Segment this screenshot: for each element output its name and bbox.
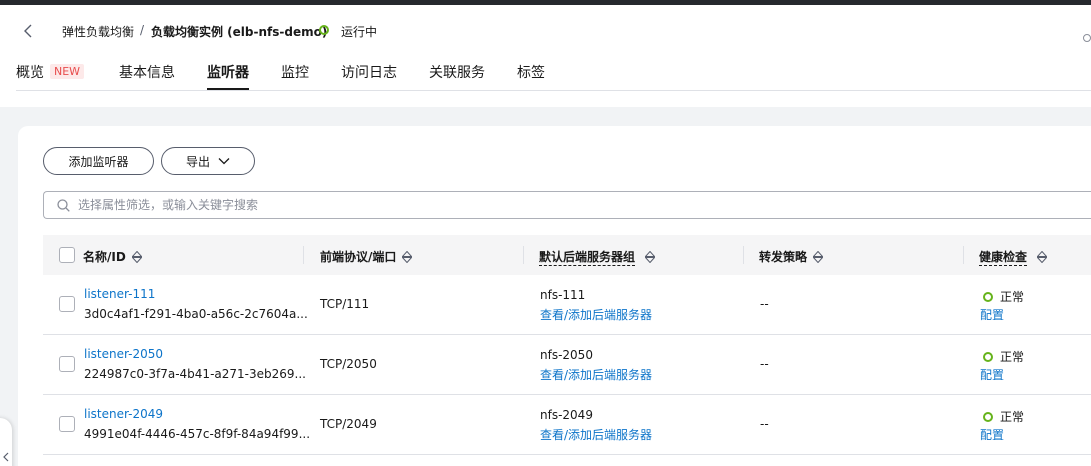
search-icon <box>57 199 70 212</box>
tab-overview[interactable]: 概览 NEW <box>16 62 85 90</box>
tab-associated-services[interactable]: 关联服务 <box>429 62 485 90</box>
breadcrumb-separator: / <box>140 23 145 37</box>
listener-protocol: TCP/2050 <box>320 357 377 371</box>
listener-id: 224987c0-3f7a-4b41-a271-3eb269... <box>84 367 306 381</box>
breadcrumb-service[interactable]: 弹性负载均衡 <box>62 23 134 40</box>
listener-id: 3d0c4af1-f291-4ba0-a56c-2c7604a... <box>84 307 308 321</box>
sort-icon <box>1037 251 1048 263</box>
table-row: listener-111 3d0c4af1-f291-4ba0-a56c-2c7… <box>43 275 1091 335</box>
chevron-down-icon <box>218 158 230 165</box>
add-listener-button[interactable]: 添加监听器 <box>43 147 154 175</box>
health-config-link[interactable]: 配置 <box>980 366 1004 383</box>
instance-status: 运行中 <box>341 25 378 39</box>
tab-basic-info[interactable]: 基本信息 <box>119 62 175 90</box>
column-divider <box>963 246 964 264</box>
tabs-divider <box>16 90 1091 91</box>
listener-name-link[interactable]: listener-2049 <box>84 407 163 421</box>
listener-id: 4991e04f-4446-457c-8f9f-84a94f99... <box>84 427 311 441</box>
backend-group-name: nfs-2049 <box>540 408 593 422</box>
column-divider <box>523 246 524 264</box>
view-add-backend-link[interactable]: 查看/添加后端服务器 <box>540 366 652 383</box>
health-ok-icon <box>983 412 993 422</box>
listener-name-link[interactable]: listener-2050 <box>84 347 163 361</box>
column-protocol[interactable]: 前端协议/端口 <box>320 248 413 265</box>
listener-protocol: TCP/2049 <box>320 417 377 431</box>
health-config-link[interactable]: 配置 <box>980 306 1004 323</box>
health-config-link[interactable]: 配置 <box>980 426 1004 443</box>
tab-listeners[interactable]: 监听器 <box>207 62 249 90</box>
listener-name-link[interactable]: listener-111 <box>84 287 155 301</box>
health-status: 正常 <box>1000 410 1025 424</box>
column-divider <box>303 246 304 264</box>
new-badge: NEW <box>50 64 85 79</box>
forwarding-policy: -- <box>760 357 769 371</box>
table-row: listener-2049 4991e04f-4446-457c-8f9f-84… <box>43 395 1091 455</box>
breadcrumb-instance: 负载均衡实例 (elb-nfs-demo) <box>151 25 328 39</box>
status-running-icon <box>319 25 329 35</box>
forwarding-policy: -- <box>760 417 769 431</box>
export-button[interactable]: 导出 <box>161 147 255 175</box>
backend-group-name: nfs-111 <box>540 288 586 302</box>
table-row: listener-2050 224987c0-3f7a-4b41-a271-3e… <box>43 335 1091 395</box>
export-label: 导出 <box>185 154 210 169</box>
sort-icon <box>813 250 824 263</box>
sort-icon <box>645 251 656 263</box>
back-button[interactable] <box>18 21 38 41</box>
column-divider <box>743 246 744 264</box>
breadcrumb: 弹性负载均衡 / 负载均衡实例 (elb-nfs-demo) 运行中 <box>0 12 1091 50</box>
tab-overview-label: 概览 <box>16 65 44 81</box>
row-checkbox[interactable] <box>59 296 75 312</box>
row-checkbox[interactable] <box>59 416 75 432</box>
partial-icon <box>1083 34 1091 42</box>
table-header: 名称/ID 前端协议/端口 默认后端服务器组 转发策略 健康检查 <box>43 235 1091 275</box>
column-backend-label: 默认后端服务器组 <box>539 250 636 266</box>
health-status: 正常 <box>1000 350 1025 364</box>
column-name-label: 名称/ID <box>83 250 126 264</box>
column-policy-label: 转发策略 <box>759 250 808 264</box>
health-ok-icon <box>983 292 993 302</box>
select-all-checkbox[interactable] <box>59 247 75 263</box>
column-backend-group[interactable]: 默认后端服务器组 <box>539 248 656 266</box>
tab-access-logs[interactable]: 访问日志 <box>341 62 397 90</box>
column-protocol-label: 前端协议/端口 <box>320 250 397 264</box>
tab-monitoring[interactable]: 监控 <box>281 62 309 90</box>
search-input[interactable] <box>78 196 978 214</box>
column-policy[interactable]: 转发策略 <box>759 248 824 265</box>
health-status: 正常 <box>1000 290 1025 304</box>
tab-bar: 概览 NEW 基本信息 监听器 监控 访问日志 关联服务 标签 <box>0 56 1091 90</box>
row-checkbox[interactable] <box>59 356 75 372</box>
view-add-backend-link[interactable]: 查看/添加后端服务器 <box>540 426 652 443</box>
chevron-left-icon <box>24 24 32 38</box>
view-add-backend-link[interactable]: 查看/添加后端服务器 <box>540 306 652 323</box>
sort-icon <box>402 250 413 263</box>
column-health[interactable]: 健康检查 <box>979 248 1048 266</box>
top-bar <box>0 0 1091 5</box>
forwarding-policy: -- <box>760 297 769 311</box>
backend-group-name: nfs-2050 <box>540 348 593 362</box>
column-health-label: 健康检查 <box>979 250 1028 266</box>
chevron-left-icon <box>3 452 9 462</box>
listener-protocol: TCP/111 <box>320 297 370 311</box>
column-name[interactable]: 名称/ID <box>83 248 142 265</box>
sort-icon <box>131 250 142 263</box>
tab-tags[interactable]: 标签 <box>517 62 545 90</box>
search-bar <box>43 191 1091 219</box>
health-ok-icon <box>983 352 993 362</box>
